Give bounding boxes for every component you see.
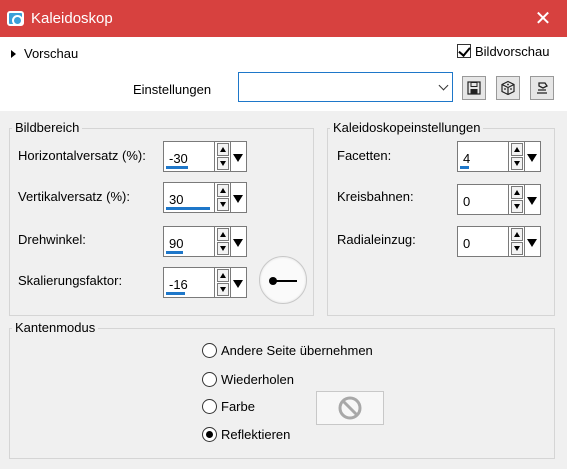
randomize-icon xyxy=(537,82,548,94)
rotation-angle-level-bar xyxy=(166,251,183,254)
edge-option-label: Reflektieren xyxy=(221,427,291,442)
increment-arrow-icon[interactable] xyxy=(217,143,229,156)
checkbox-check-icon[interactable] xyxy=(457,44,471,58)
decrement-arrow-icon[interactable] xyxy=(217,157,229,170)
edge-mode-title: Kantenmodus xyxy=(12,320,99,335)
edge-option-wrap[interactable]: Andere Seite übernehmen xyxy=(202,343,373,358)
facets-input[interactable]: 4 xyxy=(457,141,509,172)
radial-squeeze-input[interactable]: 0 xyxy=(457,226,509,257)
scale-factor-label: Skalierungsfaktor: xyxy=(18,273,123,288)
edge-option-label: Andere Seite übernehmen xyxy=(221,343,373,358)
dialog-body: Vorschau Bildvorschau Einstellungen Bild… xyxy=(0,37,567,469)
increment-arrow-icon[interactable] xyxy=(217,269,229,282)
rotation-angle-spinner[interactable]: 90 xyxy=(163,226,247,257)
kaleido-settings-title: Kaleidoskopeinstellungen xyxy=(330,120,484,135)
decrement-arrow-icon[interactable] xyxy=(217,198,229,211)
decrement-arrow-icon[interactable] xyxy=(217,283,229,296)
rotation-angle-input[interactable]: 90 xyxy=(163,226,215,257)
bildbereich-title: Bildbereich xyxy=(12,120,83,135)
chevron-down-icon[interactable] xyxy=(434,73,452,101)
slider-dropdown-icon[interactable] xyxy=(231,226,247,257)
radial-squeeze-label: Radialeinzug: xyxy=(337,232,416,247)
preview-toggle[interactable]: Vorschau xyxy=(11,46,78,61)
randomize-button[interactable] xyxy=(530,76,554,100)
facets-spinner[interactable]: 4 xyxy=(457,141,541,172)
scale-factor-input[interactable]: -16 xyxy=(163,267,215,298)
edge-color-swatch[interactable] xyxy=(316,391,384,425)
horizontal-offset-spinner[interactable]: -30 xyxy=(163,141,247,172)
radio-icon[interactable] xyxy=(202,399,217,414)
radio-icon[interactable] xyxy=(202,372,217,387)
scale-factor-spinner[interactable]: -16 xyxy=(163,267,247,298)
title-bar: Kaleidoskop ✕ xyxy=(0,0,567,37)
slider-dropdown-icon[interactable] xyxy=(525,226,541,257)
save-preset-button[interactable] xyxy=(462,76,486,100)
radio-icon[interactable] xyxy=(202,427,217,442)
save-preset-icon xyxy=(467,81,481,95)
edge-option-color[interactable]: Farbe xyxy=(202,399,255,414)
decrement-arrow-icon[interactable] xyxy=(217,242,229,255)
vertical-offset-label: Vertikalversatz (%): xyxy=(18,189,130,204)
no-color-icon xyxy=(338,396,362,420)
edge-option-repeat[interactable]: Wiederholen xyxy=(202,372,294,387)
settings-area: Bildbereich Horizontalversatz (%): -30 V… xyxy=(0,111,567,469)
increment-arrow-icon[interactable] xyxy=(217,184,229,197)
orbits-input[interactable]: 0 xyxy=(457,184,509,215)
decrement-arrow-icon[interactable] xyxy=(511,157,523,170)
rotation-dial[interactable] xyxy=(259,256,307,304)
slider-dropdown-icon[interactable] xyxy=(231,267,247,298)
slider-dropdown-icon[interactable] xyxy=(525,141,541,172)
vertical-offset-input[interactable]: 30 xyxy=(163,182,215,213)
preview-label: Vorschau xyxy=(24,46,79,61)
edge-option-reflect[interactable]: Reflektieren xyxy=(202,427,290,442)
window-title: Kaleidoskop xyxy=(31,10,113,27)
slider-dropdown-icon[interactable] xyxy=(525,184,541,215)
bild-preview-checkbox[interactable]: Bildvorschau xyxy=(457,44,549,59)
facets-level-bar xyxy=(460,166,469,169)
slider-dropdown-icon[interactable] xyxy=(231,141,247,172)
close-icon[interactable]: ✕ xyxy=(519,0,567,37)
facets-label: Facetten: xyxy=(337,148,392,163)
orbits-spinner[interactable]: 0 xyxy=(457,184,541,215)
increment-arrow-icon[interactable] xyxy=(511,228,523,241)
bild-preview-label: Bildvorschau xyxy=(475,44,550,59)
radial-squeeze-spinner[interactable]: 0 xyxy=(457,226,541,257)
rotation-angle-label: Drehwinkel: xyxy=(18,232,86,247)
scale-factor-level-bar xyxy=(166,292,185,295)
increment-arrow-icon[interactable] xyxy=(511,143,523,156)
edge-option-label: Farbe xyxy=(221,399,255,414)
reset-defaults-cube-icon xyxy=(501,80,515,96)
edge-option-label: Wiederholen xyxy=(221,372,294,387)
increment-arrow-icon[interactable] xyxy=(217,228,229,241)
expand-triangle-icon xyxy=(11,50,16,58)
presets-label: Einstellungen xyxy=(133,82,212,97)
presets-dropdown[interactable] xyxy=(238,72,453,102)
decrement-arrow-icon[interactable] xyxy=(511,242,523,255)
horizontal-offset-input[interactable]: -30 xyxy=(163,141,215,172)
kaleidoscope-app-icon xyxy=(7,11,24,26)
orbits-label: Kreisbahnen: xyxy=(337,189,414,204)
horizontal-offset-label: Horizontalversatz (%): xyxy=(18,148,146,163)
dial-knob-icon xyxy=(269,277,277,285)
increment-arrow-icon[interactable] xyxy=(511,186,523,199)
slider-dropdown-icon[interactable] xyxy=(231,182,247,213)
decrement-arrow-icon[interactable] xyxy=(511,200,523,213)
radio-icon[interactable] xyxy=(202,343,217,358)
reset-defaults-button[interactable] xyxy=(496,76,520,100)
vertical-offset-spinner[interactable]: 30 xyxy=(163,182,247,213)
vertical-offset-level-bar xyxy=(166,207,210,210)
horizontal-offset-level-bar xyxy=(166,166,188,169)
